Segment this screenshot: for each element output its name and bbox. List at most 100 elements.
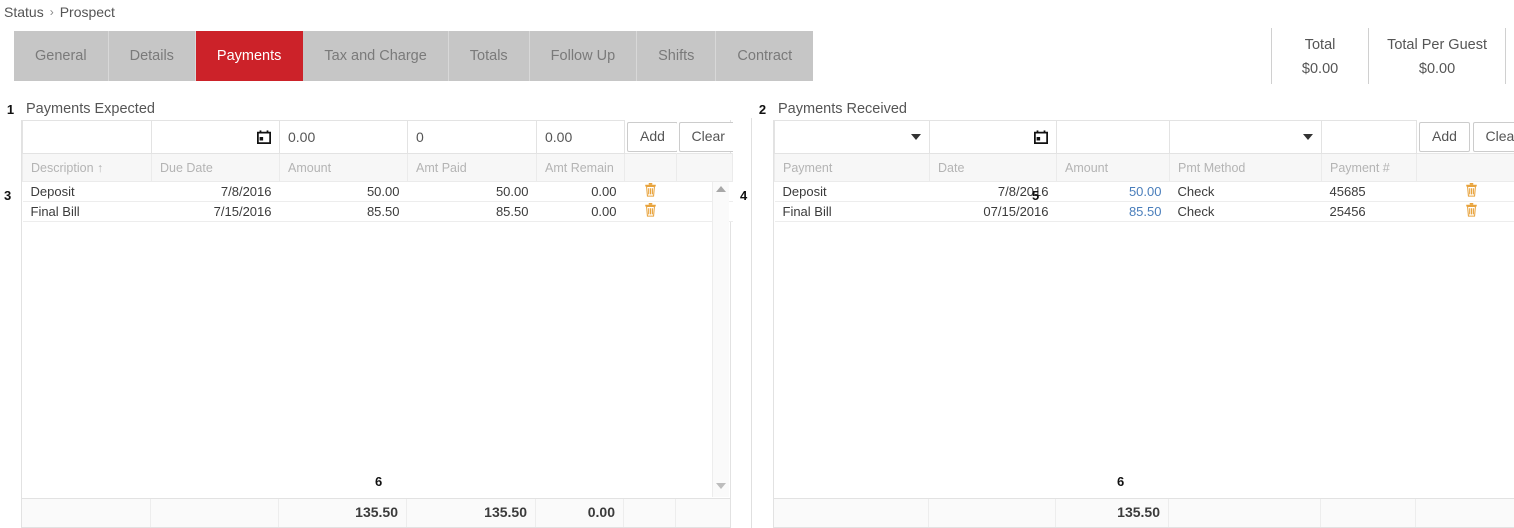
column-header-amount[interactable]: Amount bbox=[1056, 153, 1170, 182]
cell-amount: 85.50 bbox=[279, 201, 408, 222]
add-button[interactable]: Add bbox=[627, 121, 677, 152]
amt-remain-input[interactable]: 0.00 bbox=[545, 129, 572, 145]
payments-received-title: Payments Received bbox=[778, 101, 907, 117]
payments-received-title-row: 2 Payments Received bbox=[752, 98, 1514, 120]
breadcrumb-separator-icon: › bbox=[49, 5, 54, 19]
column-header-actions bbox=[624, 153, 677, 182]
total-summary-cell: Total $0.00 bbox=[1272, 28, 1368, 84]
table-row[interactable]: Final Bill 07/15/2016 85.50 Check 25456 bbox=[774, 201, 1514, 222]
cell-due-date: 7/8/2016 bbox=[151, 181, 280, 202]
cell-pmt-method: Check bbox=[1169, 201, 1322, 222]
breadcrumb-item-status[interactable]: Status bbox=[4, 4, 44, 20]
cell-pmt-method: Check bbox=[1169, 181, 1322, 202]
tab-contract[interactable]: Contract bbox=[716, 31, 814, 81]
breadcrumb-item-prospect[interactable]: Prospect bbox=[60, 4, 115, 20]
amount-input-cell[interactable]: 0.00 bbox=[279, 120, 408, 154]
chevron-down-icon[interactable] bbox=[1303, 134, 1313, 140]
trash-icon[interactable] bbox=[644, 183, 657, 197]
amt-paid-input-cell[interactable]: 0 bbox=[407, 120, 537, 154]
clear-button-cell: Clear bbox=[1471, 121, 1514, 154]
date-input-cell[interactable] bbox=[929, 120, 1057, 154]
tab-payments[interactable]: Payments bbox=[195, 31, 304, 81]
add-button-cell: Add bbox=[1417, 121, 1471, 154]
table-row[interactable]: Final Bill 7/15/2016 85.50 85.50 0.00 bbox=[22, 201, 733, 222]
panel-divider bbox=[751, 118, 752, 528]
tab-details[interactable]: Details bbox=[108, 31, 196, 81]
vertical-scrollbar[interactable] bbox=[712, 182, 729, 497]
payment-number-input-cell[interactable] bbox=[1321, 120, 1417, 154]
total-value: $0.00 bbox=[1301, 61, 1339, 77]
column-header-amount[interactable]: Amount bbox=[279, 153, 408, 182]
column-header-scroll bbox=[676, 153, 733, 182]
footer-total-amount: 135.50 bbox=[279, 499, 407, 527]
due-date-input-cell[interactable] bbox=[151, 120, 280, 154]
cell-payment-number: 45685 bbox=[1321, 181, 1417, 202]
trash-icon[interactable] bbox=[1465, 203, 1478, 217]
column-header-payment[interactable]: Payment bbox=[774, 153, 930, 182]
cell-amount: 50.00 bbox=[1056, 181, 1170, 202]
payments-expected-entry-row: 0.00 0 0.00 Add Clear bbox=[22, 120, 733, 154]
total-per-guest-label: Total Per Guest bbox=[1387, 37, 1487, 53]
callout-1: 1 bbox=[6, 101, 15, 117]
cell-delete bbox=[624, 201, 677, 222]
calendar-icon[interactable] bbox=[1034, 130, 1048, 144]
grid-empty-area bbox=[22, 222, 730, 498]
add-button-cell: Add bbox=[625, 121, 677, 154]
cell-amt-remain: 0.00 bbox=[536, 181, 625, 202]
footer-blank-1 bbox=[774, 499, 929, 527]
amount-link[interactable]: 50.00 bbox=[1129, 184, 1162, 199]
table-row[interactable]: Deposit 7/8/2016 50.00 Check 45685 bbox=[774, 181, 1514, 202]
table-row[interactable]: Deposit 7/8/2016 50.00 50.00 0.00 bbox=[22, 181, 733, 202]
payments-received-footer: 135.50 bbox=[774, 498, 1514, 527]
footer-total-amt-paid: 135.50 bbox=[407, 499, 536, 527]
payments-expected-title: Payments Expected bbox=[26, 101, 155, 117]
pmt-method-select-cell[interactable] bbox=[1169, 120, 1322, 154]
cell-description: Final Bill bbox=[22, 201, 152, 222]
tab-totals[interactable]: Totals bbox=[448, 31, 530, 81]
scroll-down-icon[interactable] bbox=[716, 483, 726, 489]
column-header-payment-number[interactable]: Payment # bbox=[1321, 153, 1417, 182]
payments-expected-title-row: 1 Payments Expected bbox=[0, 98, 752, 120]
callout-2: 2 bbox=[758, 101, 767, 117]
totals-summary: Total $0.00 Total Per Guest $0.00 bbox=[1271, 28, 1506, 84]
column-header-due-date[interactable]: Due Date bbox=[151, 153, 280, 182]
footer-blank-3 bbox=[624, 499, 676, 527]
payments-received-grid: Add Clear Payment Date Amount Pmt Method… bbox=[773, 120, 1514, 528]
callout-6-left: 6 bbox=[375, 474, 383, 489]
amt-remain-input-cell[interactable]: 0.00 bbox=[536, 120, 625, 154]
cell-payment: Final Bill bbox=[774, 201, 930, 222]
cell-amt-paid: 85.50 bbox=[407, 201, 537, 222]
column-header-pmt-method[interactable]: Pmt Method bbox=[1169, 153, 1322, 182]
clear-button[interactable]: Clear bbox=[678, 121, 733, 152]
payment-select-cell[interactable] bbox=[774, 120, 930, 154]
calendar-icon[interactable] bbox=[257, 130, 271, 144]
scroll-up-icon[interactable] bbox=[716, 186, 726, 192]
amount-link[interactable]: 85.50 bbox=[1129, 204, 1162, 219]
amt-paid-input[interactable]: 0 bbox=[416, 129, 424, 145]
tab-shifts[interactable]: Shifts bbox=[637, 31, 717, 81]
footer-total-amt-remain: 0.00 bbox=[536, 499, 624, 527]
tab-follow-up[interactable]: Follow Up bbox=[529, 31, 638, 81]
column-header-amt-remain[interactable]: Amt Remain bbox=[536, 153, 625, 182]
tab-general[interactable]: General bbox=[14, 31, 109, 81]
description-input-cell[interactable] bbox=[22, 120, 152, 154]
amount-input-cell[interactable] bbox=[1056, 120, 1170, 154]
callout-6-right: 6 bbox=[1117, 474, 1125, 489]
cell-amount: 85.50 bbox=[1056, 201, 1170, 222]
trash-icon[interactable] bbox=[644, 203, 657, 217]
amount-input[interactable]: 0.00 bbox=[288, 129, 315, 145]
payments-expected-footer: 135.50 135.50 0.00 bbox=[22, 498, 730, 527]
column-header-amt-paid[interactable]: Amt Paid bbox=[407, 153, 537, 182]
column-header-date[interactable]: Date bbox=[929, 153, 1057, 182]
total-label: Total bbox=[1304, 37, 1336, 53]
chevron-down-icon[interactable] bbox=[911, 134, 921, 140]
footer-blank-2 bbox=[151, 499, 279, 527]
clear-button[interactable]: Clear bbox=[1472, 121, 1514, 152]
column-header-description[interactable]: Description ↑ bbox=[22, 153, 152, 182]
tab-tax-and-charge[interactable]: Tax and Charge bbox=[303, 31, 449, 81]
cell-date: 07/15/2016 bbox=[929, 201, 1057, 222]
payments-expected-header-row: Description ↑ Due Date Amount Amt Paid A… bbox=[22, 153, 733, 182]
cell-due-date: 7/15/2016 bbox=[151, 201, 280, 222]
add-button[interactable]: Add bbox=[1419, 121, 1470, 152]
trash-icon[interactable] bbox=[1465, 183, 1478, 197]
